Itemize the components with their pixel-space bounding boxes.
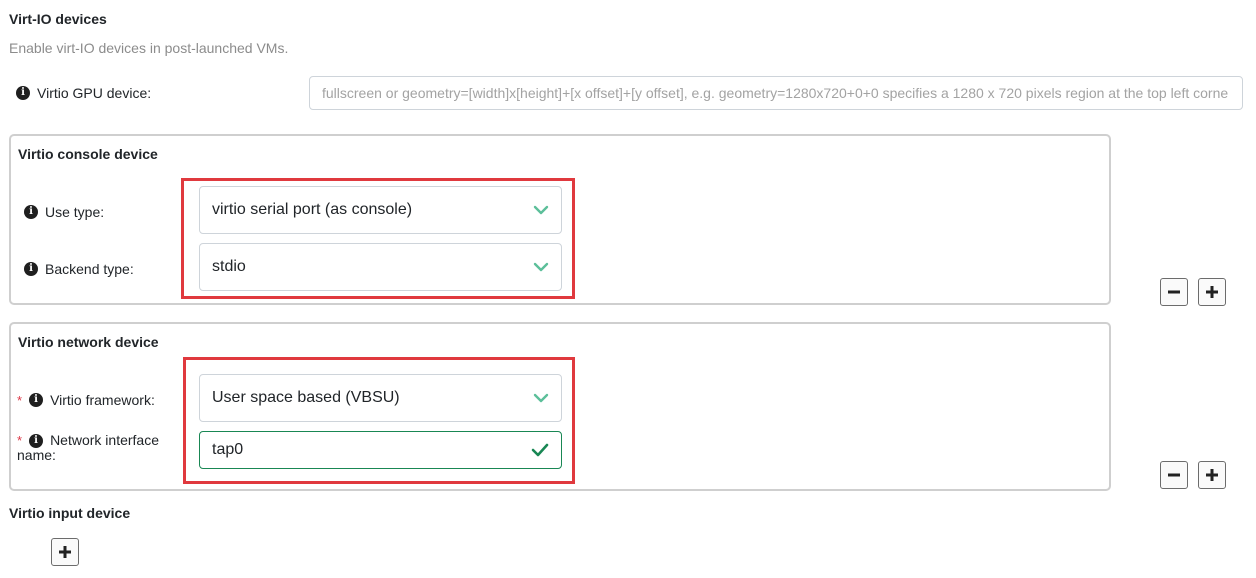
iface-label-line1: Network interface: [50, 432, 159, 448]
backend-type-label: Backend type:: [45, 261, 134, 277]
framework-select[interactable]: User space based (VBSU): [199, 374, 562, 422]
chevron-down-icon: [533, 262, 549, 272]
required-marker: *: [17, 433, 23, 448]
section-subtitle: Enable virt-IO devices in post-launched …: [9, 40, 289, 56]
chevron-down-icon: [533, 393, 549, 403]
gpu-label: Virtio GPU device:: [37, 85, 152, 101]
info-icon[interactable]: i: [16, 86, 30, 100]
framework-label-row: * i Virtio framework:: [17, 392, 155, 408]
gpu-input-placeholder: fullscreen or geometry=[width]x[height]+…: [322, 85, 1229, 101]
check-icon: [531, 442, 549, 458]
info-icon[interactable]: i: [24, 205, 38, 219]
use-type-label-row: i Use type:: [24, 204, 104, 220]
plus-icon: [59, 546, 71, 558]
backend-type-select[interactable]: stdio: [199, 243, 562, 291]
minus-icon: [1168, 290, 1180, 294]
use-type-value: virtio serial port (as console): [212, 201, 413, 218]
add-input-device-button[interactable]: [51, 538, 79, 566]
framework-value: User space based (VBSU): [212, 389, 400, 406]
gpu-input[interactable]: fullscreen or geometry=[width]x[height]+…: [309, 76, 1243, 110]
gpu-label-row: i Virtio GPU device:: [16, 85, 151, 101]
iface-name-input[interactable]: tap0: [199, 431, 562, 469]
required-marker: *: [17, 392, 23, 408]
iface-label-block: * i Network interface name:: [17, 433, 159, 463]
add-console-button[interactable]: [1198, 278, 1226, 306]
add-network-button[interactable]: [1198, 461, 1226, 489]
backend-type-label-row: i Backend type:: [24, 261, 134, 277]
framework-label: Virtio framework:: [50, 392, 155, 408]
chevron-down-icon: [533, 205, 549, 215]
section-title: Virt-IO devices: [9, 11, 107, 27]
iface-name-value: tap0: [212, 441, 244, 458]
info-icon[interactable]: i: [29, 393, 44, 407]
network-device-title: Virtio network device: [18, 334, 159, 350]
use-type-label: Use type:: [45, 204, 105, 220]
minus-icon: [1168, 473, 1180, 477]
remove-network-button[interactable]: [1160, 461, 1188, 489]
iface-label-line2: name:: [17, 447, 56, 463]
backend-type-value: stdio: [212, 258, 246, 275]
console-device-title: Virtio console device: [18, 146, 158, 162]
use-type-select[interactable]: virtio serial port (as console): [199, 186, 562, 234]
info-icon[interactable]: i: [29, 433, 44, 448]
remove-console-button[interactable]: [1160, 278, 1188, 306]
input-device-title: Virtio input device: [9, 505, 131, 521]
plus-icon: [1206, 469, 1218, 481]
plus-icon: [1206, 286, 1218, 298]
info-icon[interactable]: i: [24, 262, 38, 276]
